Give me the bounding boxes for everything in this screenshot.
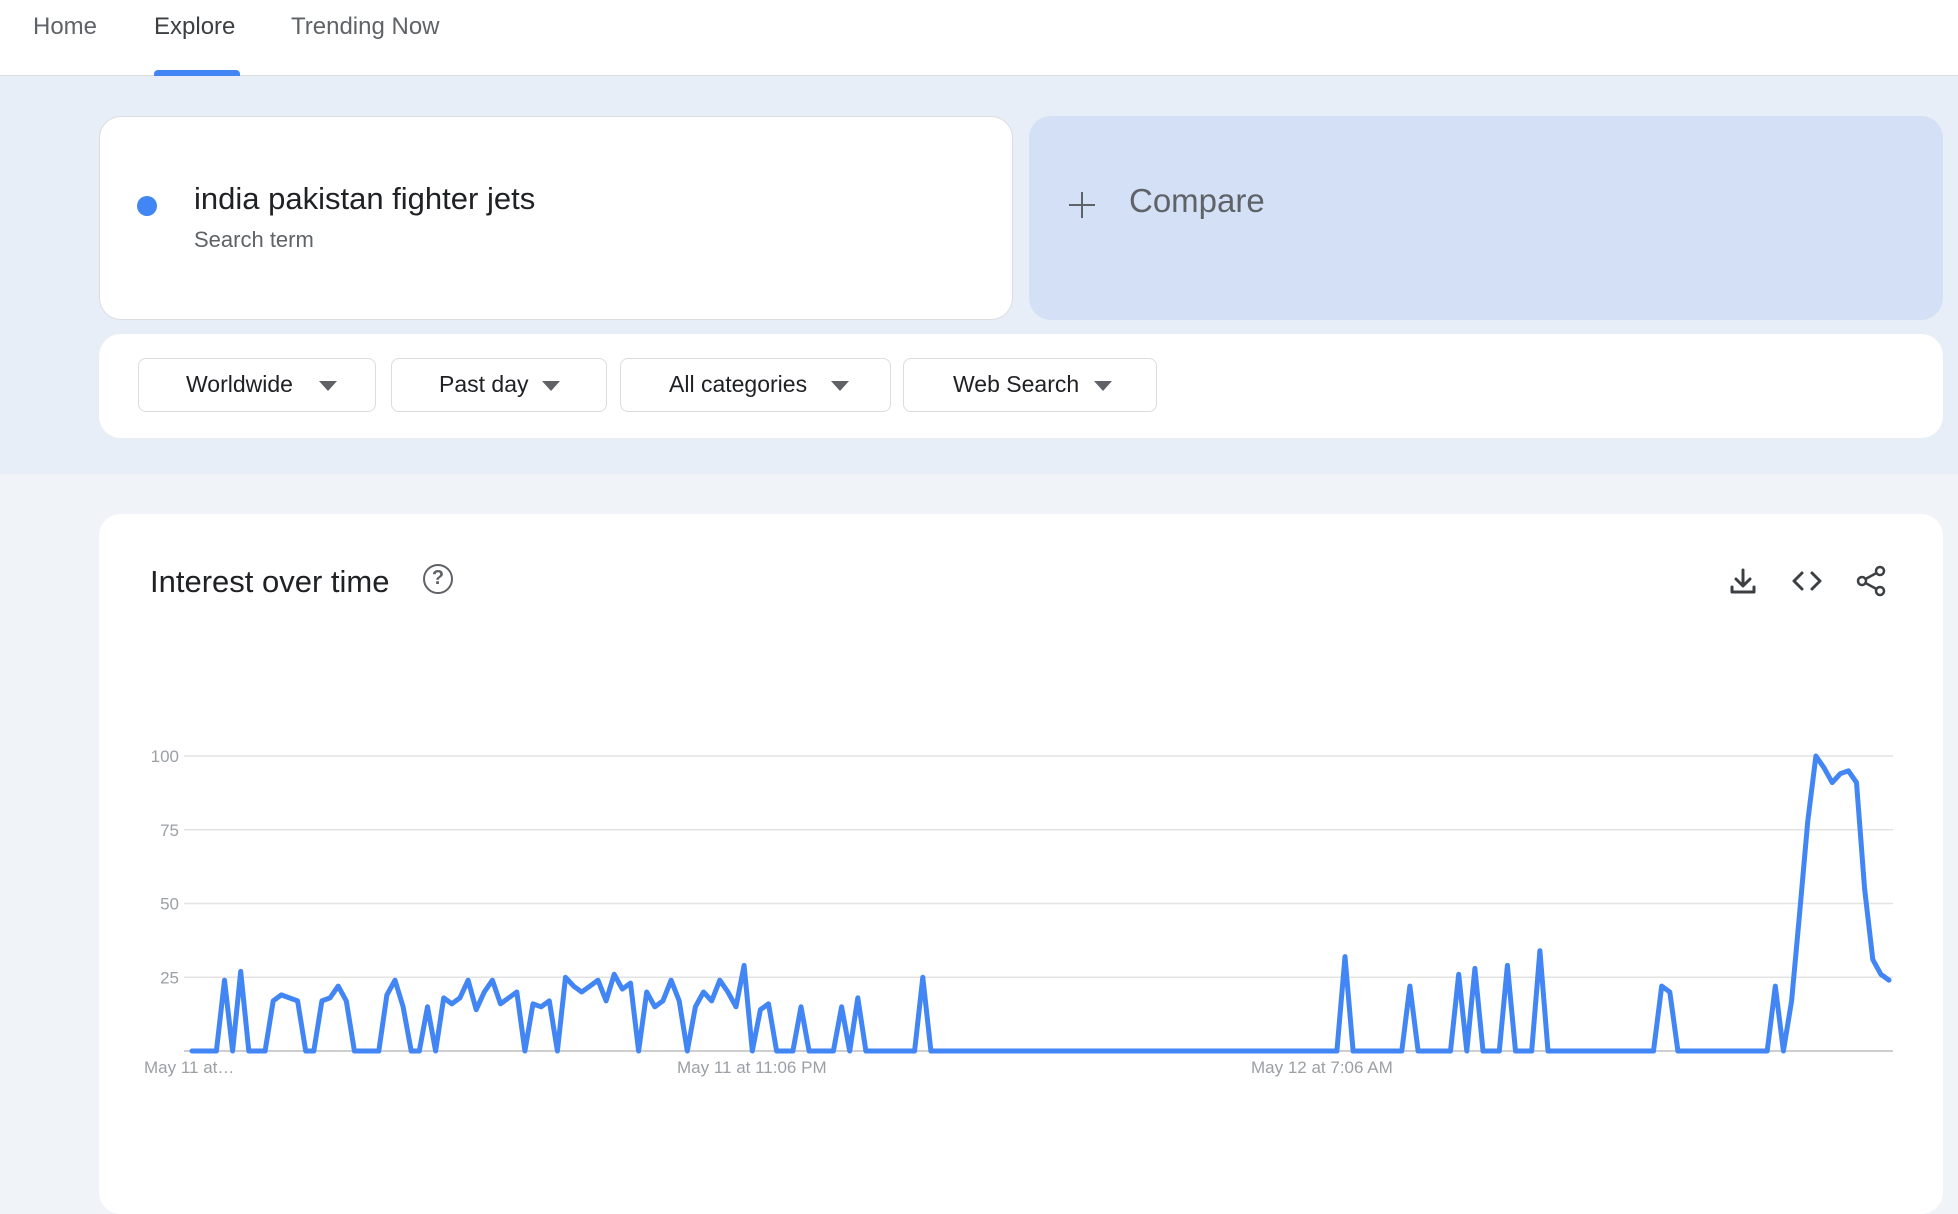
filter-location-label: Worldwide	[186, 371, 293, 397]
search-term-type: Search term	[194, 227, 314, 252]
tab-explore[interactable]: Explore	[154, 10, 235, 50]
plus-icon	[1069, 192, 1095, 218]
tab-home[interactable]: Home	[33, 10, 97, 50]
line-chart: 25 50 75 100 May 11 at… May 11 at 11:06 PM Ma…	[144, 747, 1893, 1077]
top-nav: Home Explore Trending Now	[0, 0, 1958, 76]
x-tick-label: May 12 at 7:06 AM	[1251, 1058, 1393, 1077]
interest-over-time-card: Interest over time ? 25 50 75 100 May 11 at…	[99, 514, 1943, 1214]
filters-bar: Worldwide Past day All categories Web Se…	[99, 334, 1943, 438]
filter-time-range-label: Past day	[439, 371, 529, 397]
chevron-down-icon	[542, 381, 560, 391]
filter-category[interactable]: All categories	[620, 358, 891, 412]
series-color-dot	[137, 196, 157, 216]
search-term-name[interactable]: india pakistan fighter jets	[194, 181, 535, 217]
filter-search-type[interactable]: Web Search	[903, 358, 1157, 412]
filter-location[interactable]: Worldwide	[138, 358, 376, 412]
compare-label: Compare	[1129, 182, 1265, 219]
filter-time-range[interactable]: Past day	[391, 358, 607, 412]
y-tick-label: 50	[160, 895, 179, 914]
y-tick-label: 25	[160, 968, 179, 987]
compare-button[interactable]: Compare	[1029, 116, 1943, 320]
search-term-card[interactable]: india pakistan fighter jets Search term	[99, 116, 1013, 320]
y-tick-label: 100	[151, 747, 179, 766]
chevron-down-icon	[1094, 381, 1112, 391]
chevron-down-icon	[319, 381, 337, 391]
filter-category-label: All categories	[669, 371, 808, 397]
chevron-down-icon	[831, 381, 849, 391]
x-tick-label: May 11 at…	[144, 1058, 234, 1077]
x-tick-label: May 11 at 11:06 PM	[677, 1058, 827, 1077]
y-tick-label: 75	[160, 821, 179, 840]
tab-trending-now[interactable]: Trending Now	[291, 10, 440, 50]
filter-search-type-label: Web Search	[953, 371, 1080, 397]
